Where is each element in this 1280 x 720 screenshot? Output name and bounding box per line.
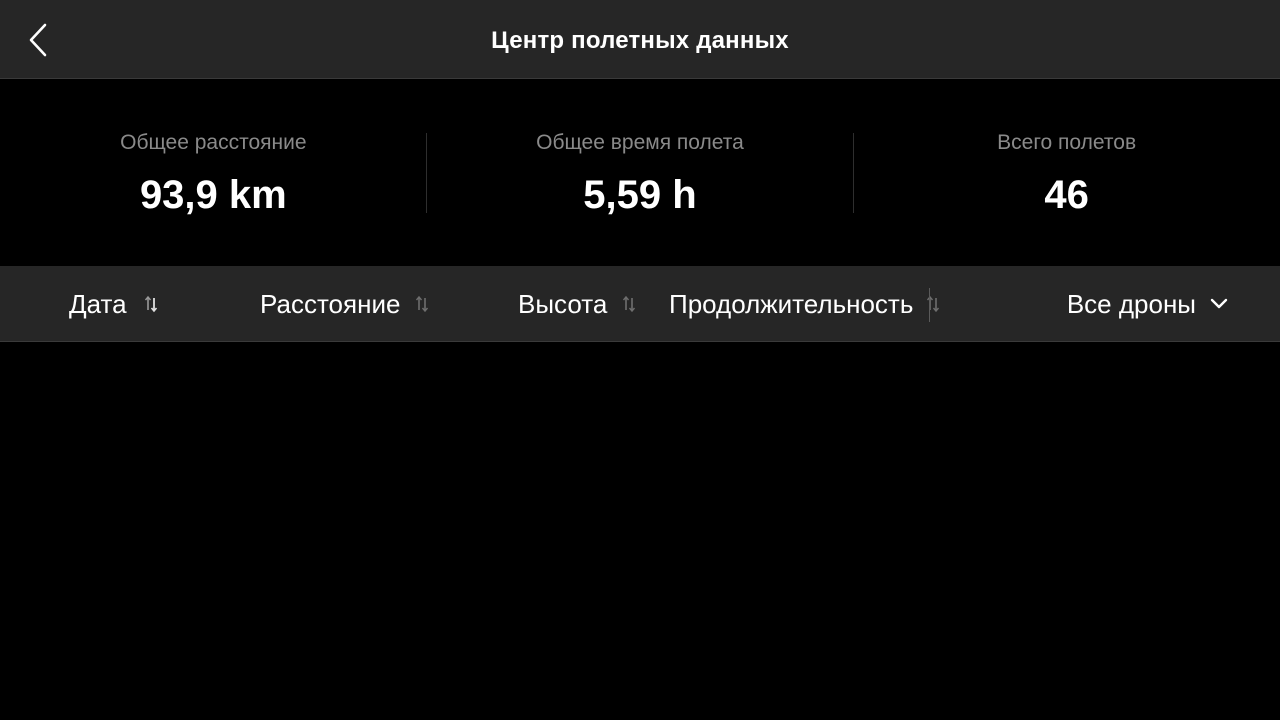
drone-filter-value: Все дроны — [1066, 289, 1196, 319]
sort-bar: Дата Расстояние Высота Продолжительность… — [0, 266, 1280, 342]
stat-label: Всего полетов — [997, 131, 1137, 154]
stat-label: Общее время полета — [536, 131, 744, 154]
sort-by-altitude-button[interactable]: Высота — [518, 266, 637, 342]
sort-duration-label: Продолжительность — [669, 289, 914, 319]
sort-arrows-icon — [925, 294, 941, 314]
sort-by-duration-button[interactable]: Продолжительность — [669, 266, 941, 342]
stat-value: 5,59 h — [583, 173, 697, 217]
sort-by-date-button[interactable]: Дата — [69, 266, 159, 342]
sort-date-label: Дата — [69, 289, 127, 319]
top-bar: Центр полетных данных — [0, 0, 1280, 79]
sort-arrows-icon — [143, 294, 159, 314]
flight-data-center-screen: Центр полетных данных Общее расстояние 9… — [0, 0, 1280, 720]
stat-value: 46 — [1044, 173, 1089, 217]
stat-label: Общее расстояние — [120, 131, 307, 154]
stat-value: 93,9 km — [139, 173, 287, 217]
stat-total-flight-time: Общее время полета 5,59 h — [427, 80, 854, 266]
chevron-down-icon — [1210, 298, 1228, 310]
page-title: Центр полетных данных — [491, 27, 789, 54]
flight-summary: Общее расстояние 93,9 km Общее время пол… — [0, 80, 1280, 266]
drone-filter-dropdown[interactable]: Все дроны — [1067, 266, 1228, 342]
stat-total-flights: Всего полетов 46 — [853, 80, 1280, 266]
sort-arrows-icon — [414, 294, 430, 314]
stat-divider — [853, 133, 854, 213]
sort-arrows-icon — [621, 294, 637, 314]
flight-list — [0, 342, 1280, 720]
stat-divider — [426, 133, 427, 213]
sort-altitude-label: Высота — [518, 289, 608, 319]
sort-distance-label: Расстояние — [260, 289, 401, 319]
stat-total-distance: Общее расстояние 93,9 km — [0, 80, 427, 266]
sort-by-distance-button[interactable]: Расстояние — [260, 266, 430, 342]
divider — [929, 288, 930, 322]
